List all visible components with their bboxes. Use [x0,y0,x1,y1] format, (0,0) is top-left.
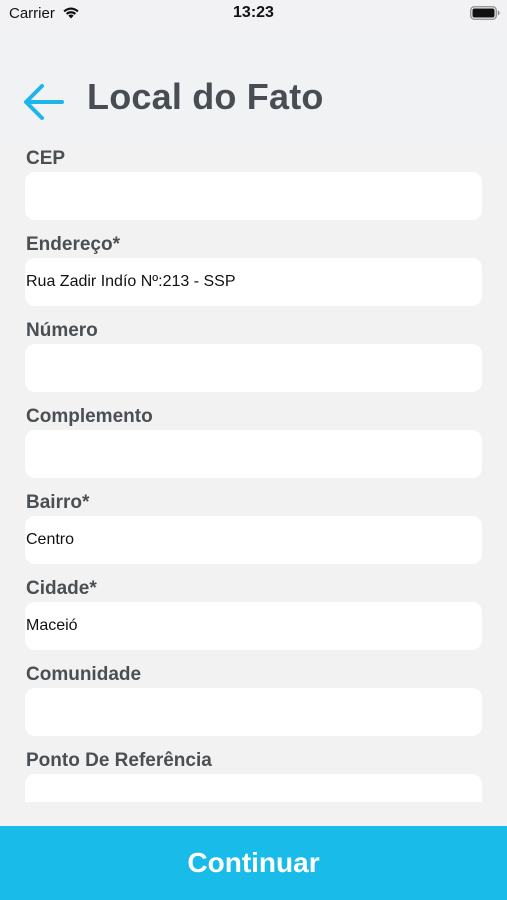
address-form: CEP Endereço* Número Complemento Bairro*… [0,142,507,802]
numero-field[interactable] [25,344,482,392]
cep-label: CEP [26,148,66,169]
complemento-field[interactable] [25,430,482,478]
status-bar: Carrier 13:23 [0,0,507,30]
page-title: Local do Fato [87,76,324,117]
ponto-de-referencia-field[interactable] [25,774,482,802]
comunidade-field[interactable] [25,688,482,736]
bairro-field[interactable] [25,516,482,564]
arrow-left-icon [24,84,64,120]
complemento-label: Complemento [26,406,153,427]
cep-field[interactable] [25,172,482,220]
battery-full-icon [470,6,500,20]
back-button[interactable] [18,80,68,124]
cidade-field[interactable] [25,602,482,650]
comunidade-label: Comunidade [26,664,142,685]
cidade-label: Cidade* [26,578,97,599]
bairro-label: Bairro* [26,492,90,513]
clock: 13:23 [233,4,274,21]
endereco-label: Endereço* [26,234,120,255]
ponto-de-referencia-label: Ponto De Referência [26,750,212,771]
endereco-field[interactable] [25,258,482,306]
navigation-bar: Local do Fato [0,30,507,142]
numero-label: Número [26,320,98,341]
continue-button[interactable]: Continuar [0,826,507,900]
